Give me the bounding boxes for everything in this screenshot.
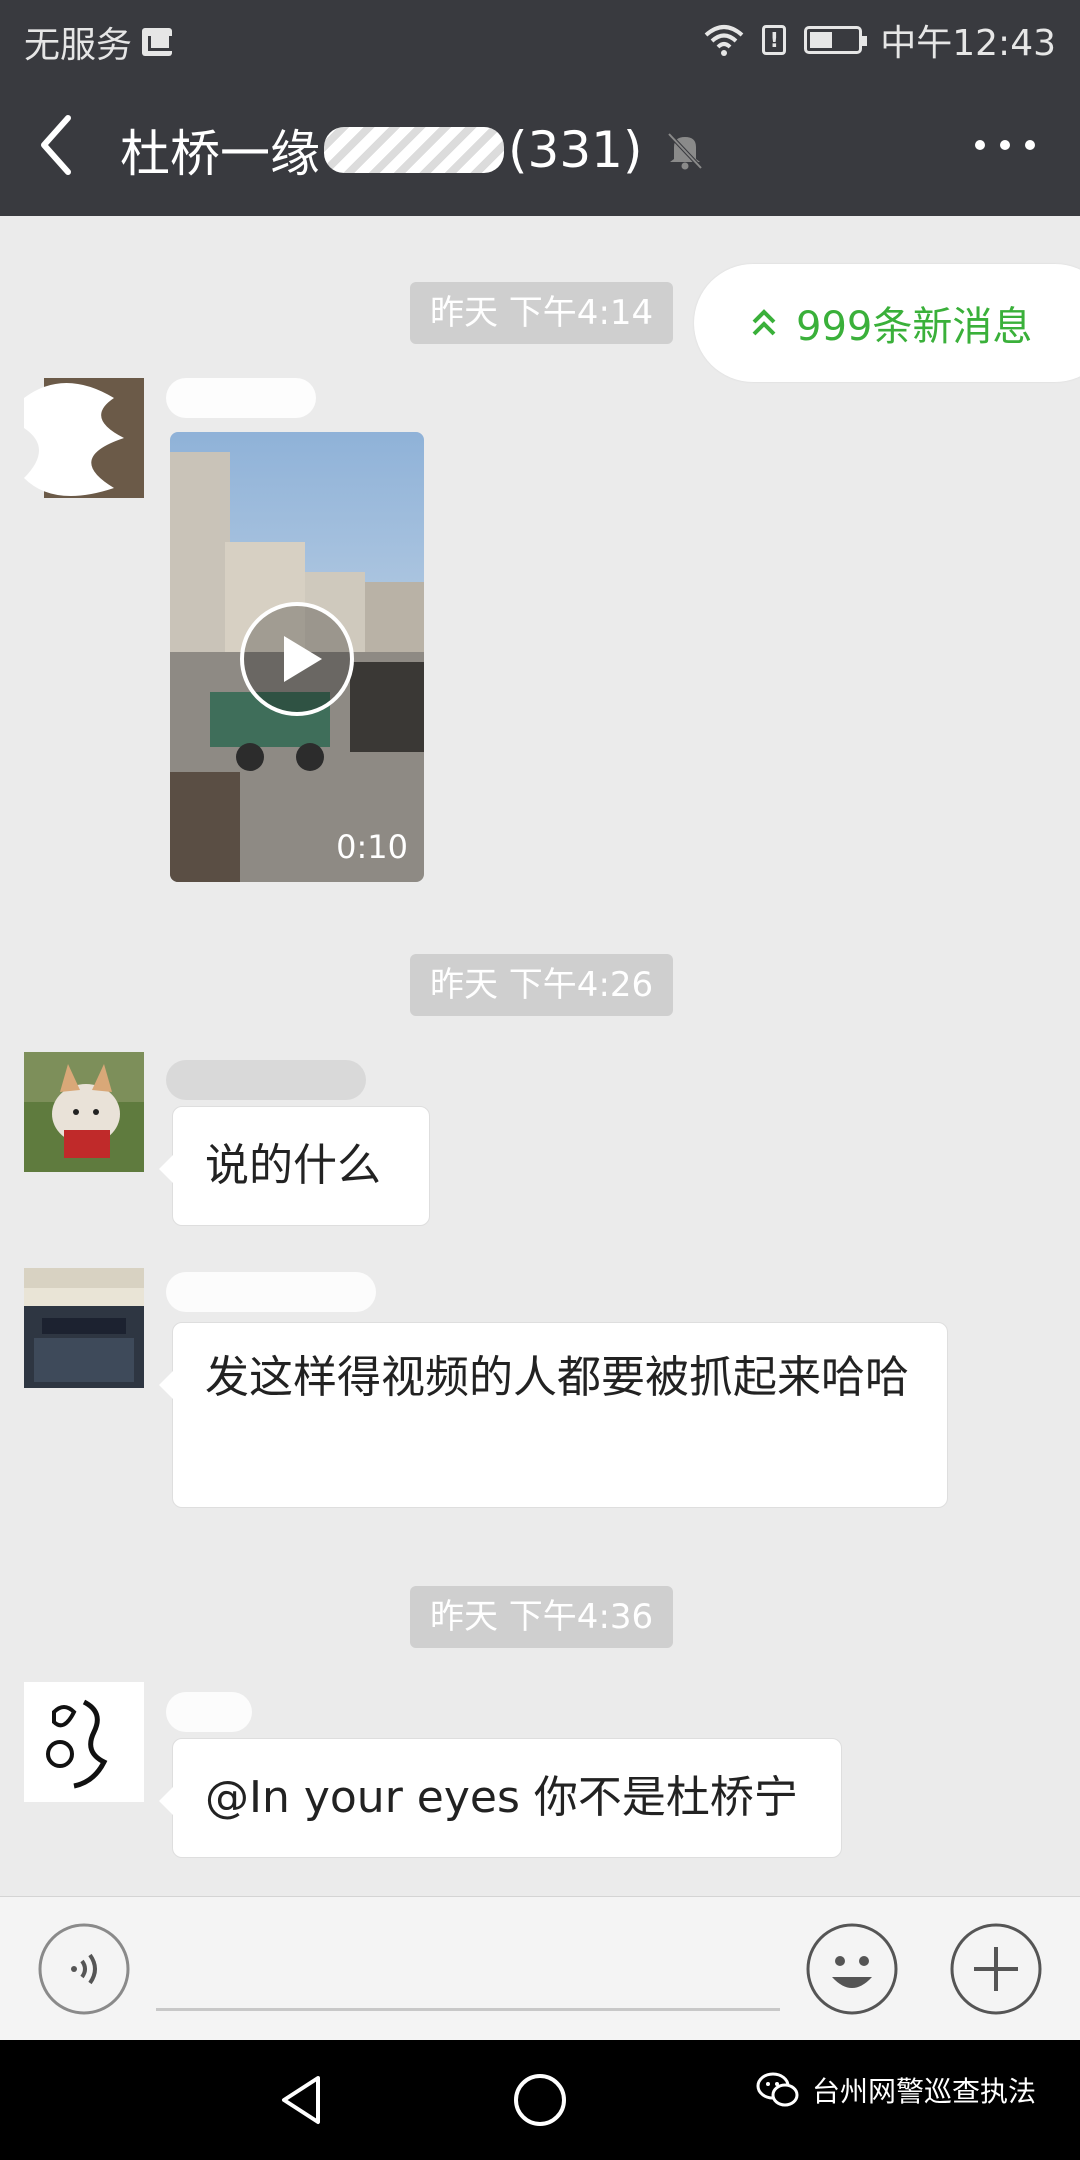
carrier-icon xyxy=(142,28,173,56)
back-icon[interactable] xyxy=(30,110,90,180)
status-bar: 无服务 ! 中午12:43 xyxy=(0,0,1080,74)
message-text: 说的什么 xyxy=(205,1140,381,1191)
video-duration: 0:10 xyxy=(336,828,408,866)
plus-icon[interactable] xyxy=(948,1921,1044,2017)
status-left: 无服务 xyxy=(24,16,173,68)
message-input[interactable] xyxy=(156,1931,780,2011)
timestamp: 昨天 下午4:26 xyxy=(410,954,674,1016)
avatar[interactable] xyxy=(24,1682,144,1802)
new-messages-label: 999条新消息 xyxy=(796,304,1033,350)
chat-title-count: (331) xyxy=(508,121,643,179)
status-right: ! 中午12:43 xyxy=(704,14,1056,66)
message-text: 发这样得视频的人都要被抓起来哈哈 xyxy=(205,1352,909,1403)
new-messages-button[interactable]: 999条新消息 xyxy=(694,264,1080,382)
message-bubble[interactable]: 说的什么 xyxy=(159,1106,430,1226)
avatar[interactable] xyxy=(24,1052,144,1172)
chat-title: 杜桥一缘 (331) xyxy=(120,114,706,186)
play-icon[interactable] xyxy=(238,600,356,718)
wifi-icon xyxy=(704,25,744,56)
emoji-icon[interactable] xyxy=(804,1921,900,2017)
home-circle-icon[interactable] xyxy=(510,2070,570,2130)
carrier-label: 无服务 xyxy=(24,25,133,66)
sender-name-redacted xyxy=(166,1692,252,1732)
input-bar xyxy=(0,1896,1080,2040)
alert-icon: ! xyxy=(762,25,787,55)
avatar[interactable] xyxy=(24,378,144,498)
mute-icon xyxy=(667,132,703,170)
sender-name-redacted xyxy=(166,378,316,418)
system-navigation-bar: 台州网警巡查执法 xyxy=(0,2040,1080,2160)
avatar[interactable] xyxy=(24,1268,144,1388)
sender-name-redacted xyxy=(166,1060,366,1100)
redacted-text xyxy=(324,127,504,173)
voice-icon[interactable] xyxy=(36,1921,132,2017)
sender-name-redacted xyxy=(166,1272,376,1312)
chat-header: 杜桥一缘 (331) xyxy=(0,74,1080,216)
message-bubble[interactable]: @In your eyes 你不是杜桥宁 xyxy=(159,1738,842,1858)
chat-title-prefix: 杜桥一缘 xyxy=(120,125,320,183)
timestamp: 昨天 下午4:36 xyxy=(410,1586,674,1648)
double-chevron-up-icon xyxy=(752,309,776,336)
back-triangle-icon[interactable] xyxy=(272,2070,332,2130)
wechat-icon xyxy=(756,2072,799,2107)
watermark-text: 台州网警巡查执法 xyxy=(812,2075,1037,2108)
status-time: 中午12:43 xyxy=(880,23,1056,64)
message-text: @In your eyes 你不是杜桥宁 xyxy=(205,1772,798,1823)
timestamp: 昨天 下午4:14 xyxy=(410,282,674,344)
watermark: 台州网警巡查执法 xyxy=(756,2070,1036,2110)
more-icon[interactable] xyxy=(970,130,1040,160)
video-message[interactable]: 0:10 xyxy=(170,432,424,882)
battery-icon xyxy=(804,26,868,54)
message-bubble[interactable]: 发这样得视频的人都要被抓起来哈哈 xyxy=(159,1322,948,1508)
